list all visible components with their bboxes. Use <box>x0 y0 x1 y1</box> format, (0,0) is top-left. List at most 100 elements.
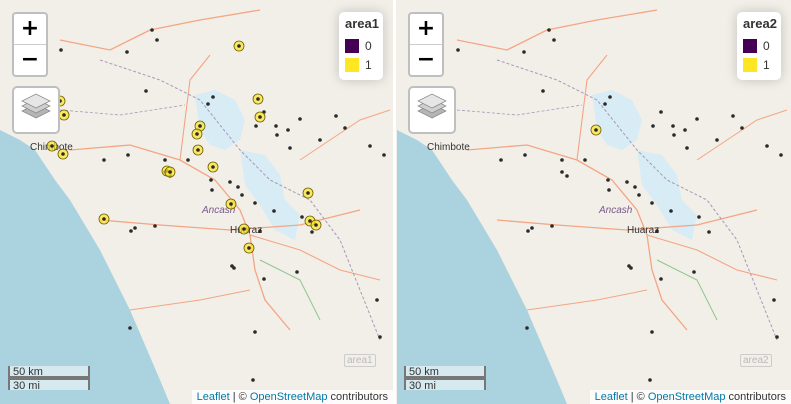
marker-0[interactable] <box>633 185 637 189</box>
marker-0[interactable] <box>715 138 719 142</box>
osm-link[interactable]: OpenStreetMap <box>250 391 328 403</box>
marker-0[interactable] <box>228 180 232 184</box>
marker-0[interactable] <box>209 178 213 182</box>
map-panel-area1[interactable]: Chimbote Ancash Huaraz + − area1 0 1 are… <box>0 0 393 404</box>
marker-0[interactable] <box>318 138 322 142</box>
zoom-out-button[interactable]: − <box>410 45 442 75</box>
marker-0[interactable] <box>607 188 611 192</box>
marker-0[interactable] <box>683 128 687 132</box>
marker-0[interactable] <box>775 335 779 339</box>
marker-0[interactable] <box>334 114 338 118</box>
marker-0[interactable] <box>456 48 460 52</box>
marker-0[interactable] <box>128 326 132 330</box>
marker-0[interactable] <box>650 330 654 334</box>
marker-0[interactable] <box>274 124 278 128</box>
marker-0[interactable] <box>648 378 652 382</box>
marker-0[interactable] <box>779 153 783 157</box>
marker-0[interactable] <box>163 158 167 162</box>
marker-0[interactable] <box>211 95 215 99</box>
map-tiles[interactable]: Chimbote Ancash Huaraz <box>0 0 393 404</box>
marker-0[interactable] <box>499 158 503 162</box>
marker-0[interactable] <box>59 48 63 52</box>
marker-0[interactable] <box>765 144 769 148</box>
marker-0[interactable] <box>672 133 676 137</box>
marker-0[interactable] <box>659 110 663 114</box>
marker-0[interactable] <box>251 378 255 382</box>
marker-0[interactable] <box>126 153 130 157</box>
marker-0[interactable] <box>129 229 133 233</box>
layers-button[interactable] <box>12 86 60 134</box>
marker-0[interactable] <box>300 215 304 219</box>
marker-0[interactable] <box>258 229 262 233</box>
marker-0[interactable] <box>731 114 735 118</box>
marker-0[interactable] <box>560 170 564 174</box>
marker-0[interactable] <box>343 126 347 130</box>
marker-0[interactable] <box>382 153 386 157</box>
marker-0[interactable] <box>671 124 675 128</box>
marker-0[interactable] <box>298 117 302 121</box>
marker-0[interactable] <box>697 215 701 219</box>
marker-0[interactable] <box>155 38 159 42</box>
leaflet-link[interactable]: Leaflet <box>197 391 230 403</box>
marker-0[interactable] <box>125 50 129 54</box>
marker-0[interactable] <box>650 201 654 205</box>
marker-0[interactable] <box>153 224 157 228</box>
marker-0[interactable] <box>692 270 696 274</box>
marker-0[interactable] <box>230 264 234 268</box>
marker-0[interactable] <box>740 126 744 130</box>
marker-0[interactable] <box>253 330 257 334</box>
marker-0[interactable] <box>669 209 673 213</box>
leaflet-link[interactable]: Leaflet <box>595 391 628 403</box>
marker-0[interactable] <box>295 270 299 274</box>
marker-0[interactable] <box>655 229 659 233</box>
marker-0[interactable] <box>583 158 587 162</box>
marker-0[interactable] <box>541 89 545 93</box>
marker-0[interactable] <box>368 144 372 148</box>
marker-0[interactable] <box>565 174 569 178</box>
marker-0[interactable] <box>210 188 214 192</box>
marker-0[interactable] <box>707 230 711 234</box>
marker-0[interactable] <box>150 28 154 32</box>
marker-0[interactable] <box>525 326 529 330</box>
map-tiles[interactable]: Chimbote Ancash Huaraz <box>396 0 791 404</box>
marker-0[interactable] <box>275 133 279 137</box>
zoom-out-button[interactable]: − <box>14 45 46 75</box>
marker-0[interactable] <box>375 298 379 302</box>
marker-0[interactable] <box>695 117 699 121</box>
marker-0[interactable] <box>603 102 607 106</box>
marker-0[interactable] <box>627 264 631 268</box>
marker-0[interactable] <box>262 277 266 281</box>
marker-0[interactable] <box>685 146 689 150</box>
marker-0[interactable] <box>560 158 564 162</box>
marker-0[interactable] <box>659 277 663 281</box>
marker-0[interactable] <box>288 146 292 150</box>
marker-0[interactable] <box>236 185 240 189</box>
marker-0[interactable] <box>102 158 106 162</box>
marker-0[interactable] <box>206 102 210 106</box>
marker-0[interactable] <box>144 89 148 93</box>
marker-0[interactable] <box>286 128 290 132</box>
marker-0[interactable] <box>310 230 314 234</box>
marker-0[interactable] <box>651 124 655 128</box>
marker-0[interactable] <box>186 158 190 162</box>
marker-0[interactable] <box>254 124 258 128</box>
marker-0[interactable] <box>240 193 244 197</box>
marker-0[interactable] <box>606 178 610 182</box>
marker-0[interactable] <box>523 153 527 157</box>
marker-0[interactable] <box>530 226 534 230</box>
marker-0[interactable] <box>378 335 382 339</box>
marker-0[interactable] <box>608 95 612 99</box>
marker-0[interactable] <box>272 209 276 213</box>
zoom-in-button[interactable]: + <box>410 14 442 45</box>
marker-0[interactable] <box>253 201 257 205</box>
marker-0[interactable] <box>772 298 776 302</box>
marker-0[interactable] <box>637 193 641 197</box>
marker-0[interactable] <box>526 229 530 233</box>
layers-button[interactable] <box>408 86 456 134</box>
marker-0[interactable] <box>522 50 526 54</box>
marker-0[interactable] <box>133 226 137 230</box>
map-panel-area2[interactable]: Chimbote Ancash Huaraz + − area2 0 1 are… <box>396 0 791 404</box>
marker-0[interactable] <box>552 38 556 42</box>
marker-0[interactable] <box>547 28 551 32</box>
zoom-in-button[interactable]: + <box>14 14 46 45</box>
